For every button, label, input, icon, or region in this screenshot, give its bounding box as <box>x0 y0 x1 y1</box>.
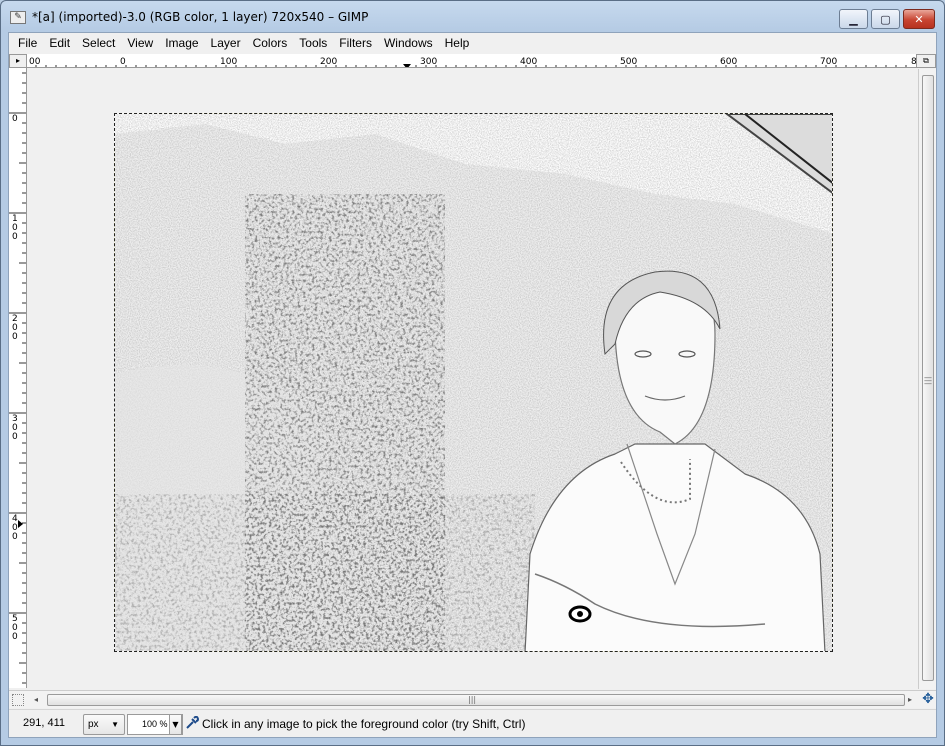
dropdown-arrow-icon: ▼ <box>111 720 119 729</box>
minimize-icon: ▁ <box>849 12 858 26</box>
canvas-area[interactable] <box>28 69 915 689</box>
horizontal-scroll-thumb[interactable]: ||| <box>47 694 905 706</box>
pointer-position-marker <box>18 520 23 528</box>
ruler-label: 0 <box>12 332 18 342</box>
status-message: Click in any image to pick the foregroun… <box>202 717 526 731</box>
maximize-button[interactable]: ▢ <box>871 9 900 29</box>
horizontal-ruler-ticks: 0001002003004005006007008 <box>29 57 916 67</box>
menu-windows[interactable]: Windows <box>378 34 439 52</box>
ruler-label: 0 <box>12 232 18 242</box>
ruler-label: 100 <box>220 57 237 67</box>
pointer-position-marker <box>403 64 411 67</box>
ruler-label: 500 <box>620 57 637 67</box>
grip-icon: ||| <box>468 695 477 704</box>
menu-edit[interactable]: Edit <box>43 34 76 52</box>
ruler-label: 00 <box>29 57 41 67</box>
ruler-label: 600 <box>720 57 737 67</box>
maximize-icon: ▢ <box>880 12 891 26</box>
grip-icon: — — — <box>924 373 932 388</box>
scroll-left-icon[interactable]: ◂ <box>34 695 38 705</box>
ruler-label: 0 <box>120 57 126 67</box>
ruler-label: 200 <box>320 57 337 67</box>
pointer-coordinates: 291, 411 <box>23 717 66 729</box>
unit-value: px <box>88 719 99 730</box>
ruler-label: 300 <box>420 57 437 67</box>
status-bar: 291, 411 px ▼ 100 % ▼ Click in any image … <box>9 709 936 737</box>
vertical-scrollbar[interactable]: — — — <box>918 69 936 689</box>
menu-help[interactable]: Help <box>439 34 476 52</box>
gimp-app-icon: ✎ <box>10 11 26 24</box>
horizontal-ruler[interactable]: 0001002003004005006007008 <box>27 54 916 68</box>
menu-filters[interactable]: Filters <box>333 34 378 52</box>
ruler-label: 400 <box>520 57 537 67</box>
window-title: *[a] (imported)-3.0 (RGB color, 1 layer)… <box>32 10 369 24</box>
ruler-label: 0 <box>12 432 18 442</box>
close-button[interactable]: ✕ <box>903 9 935 29</box>
navigate-icon[interactable]: ✥ <box>921 692 935 708</box>
zoom-value: 100 % <box>142 719 168 729</box>
quick-mask-toggle[interactable] <box>12 694 24 706</box>
menu-file[interactable]: File <box>12 34 43 52</box>
zoom-dropdown-button[interactable]: ▼ <box>169 714 182 735</box>
unit-selector[interactable]: px ▼ <box>83 714 125 735</box>
vertical-scroll-thumb[interactable]: — — — <box>922 75 934 681</box>
close-icon: ✕ <box>914 12 924 26</box>
ruler-label: 700 <box>820 57 837 67</box>
vertical-ruler-ticks: 0100200300400500 <box>9 72 26 684</box>
vertical-ruler[interactable]: 0100200300400500 <box>9 68 27 688</box>
ruler-label: 0 <box>12 114 18 124</box>
menu-image[interactable]: Image <box>159 34 204 52</box>
image-canvas[interactable] <box>114 113 833 652</box>
color-picker-icon <box>185 715 200 733</box>
menu-bar: File Edit Select View Image Layer Colors… <box>9 33 936 53</box>
gimp-window: ✎ *[a] (imported)-3.0 (RGB color, 1 laye… <box>0 0 945 746</box>
scroll-right-icon[interactable]: ▸ <box>908 695 912 705</box>
ruler-corner-menu-button[interactable]: ▸ <box>9 54 27 68</box>
title-bar[interactable]: ✎ *[a] (imported)-3.0 (RGB color, 1 laye… <box>1 1 944 32</box>
sketch-image <box>115 114 832 651</box>
minimize-button[interactable]: ▁ <box>839 9 868 29</box>
menu-select[interactable]: Select <box>76 34 121 52</box>
ruler-label: 0 <box>12 632 18 642</box>
menu-layer[interactable]: Layer <box>205 34 247 52</box>
ruler-label: 0 <box>12 532 18 542</box>
menu-view[interactable]: View <box>121 34 159 52</box>
menu-tools[interactable]: Tools <box>293 34 333 52</box>
horizontal-scrollbar-row: ◂ ||| ▸ ✥ <box>9 690 936 708</box>
zoom-image-toggle[interactable]: ⧉ <box>916 54 936 68</box>
menu-colors[interactable]: Colors <box>247 34 294 52</box>
dropdown-arrow-icon: ▼ <box>172 720 179 729</box>
image-window-client: File Edit Select View Image Layer Colors… <box>8 32 937 738</box>
